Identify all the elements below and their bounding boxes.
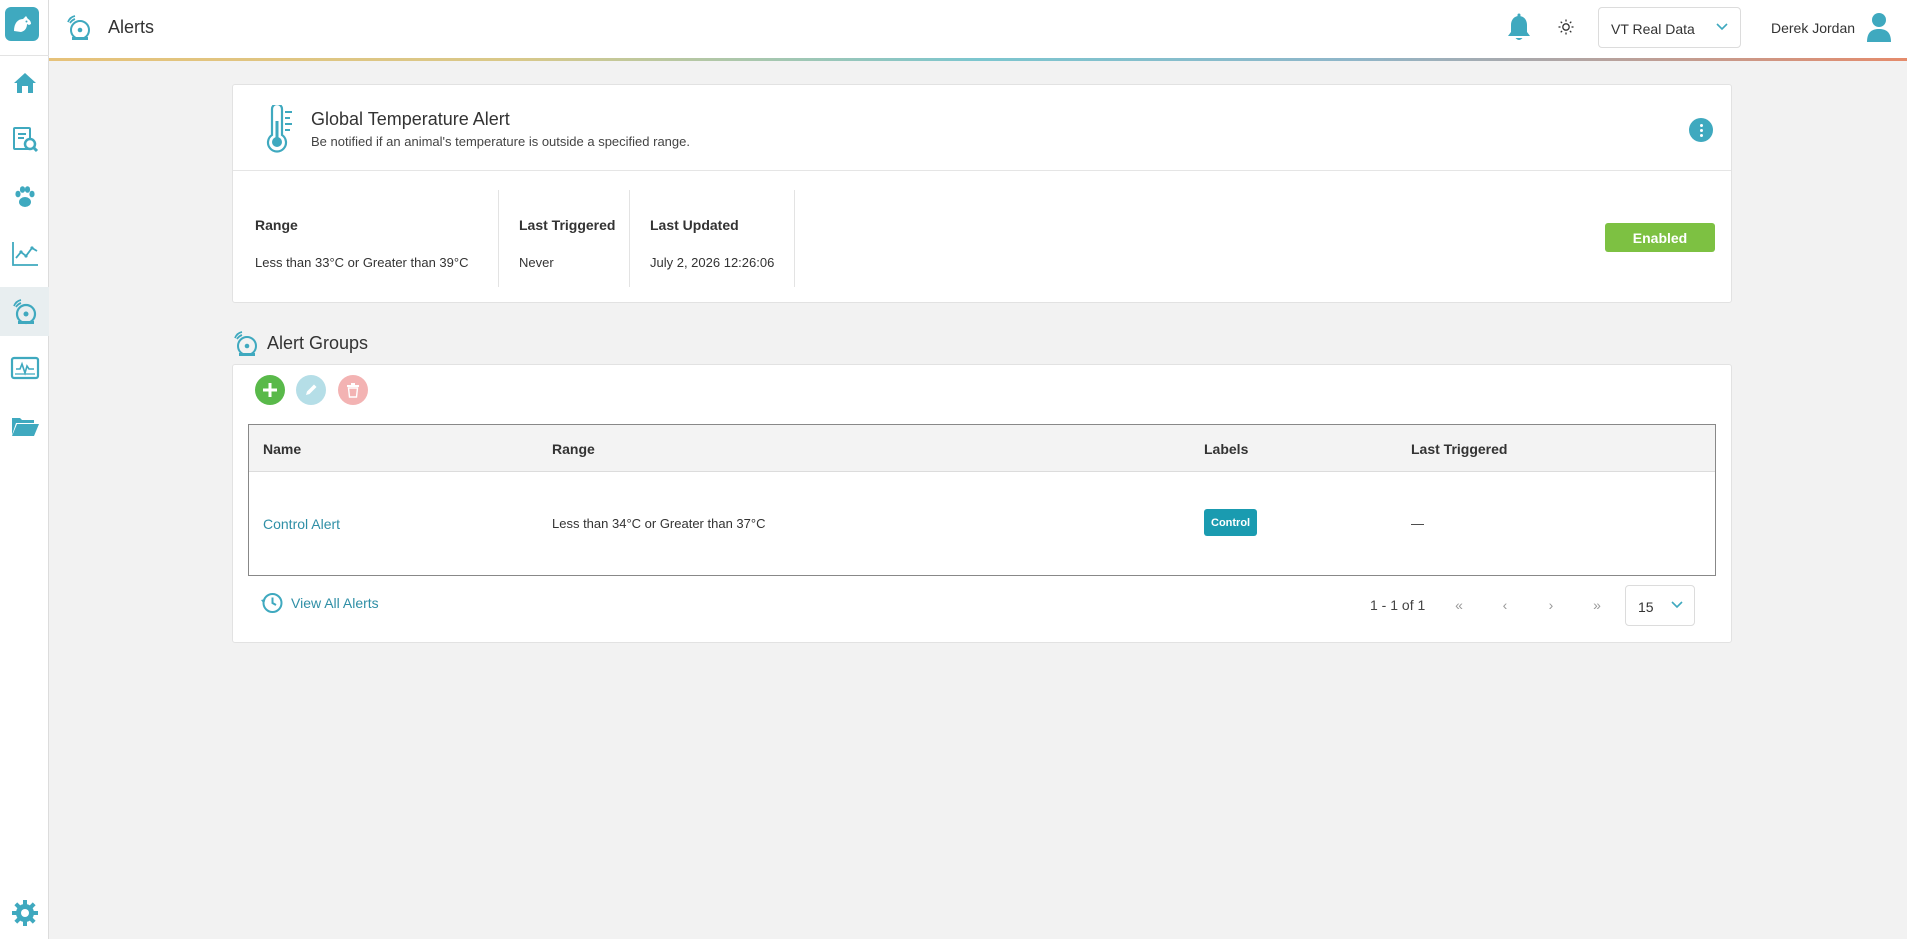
sidebar-item-settings[interactable] [0,888,49,937]
trash-icon [347,383,359,398]
user-avatar-icon[interactable] [1865,11,1893,48]
sidebar-item-reports[interactable] [0,115,49,164]
dog-logo-icon [14,16,31,32]
report-search-icon [12,126,38,152]
column-header-last-triggered[interactable]: Last Triggered [1411,441,1507,457]
next-page-button[interactable]: › [1541,595,1561,615]
folder-icon [11,417,39,436]
column-header-labels[interactable]: Labels [1204,441,1248,457]
sidebar-item-animals[interactable] [0,172,49,221]
alert-groups-title: Alert Groups [267,333,369,353]
group-name-link[interactable]: Control Alert [263,516,340,532]
sidebar-item-home[interactable] [0,58,49,107]
enabled-status-button[interactable]: Enabled [1605,223,1715,252]
stat-last-updated-label: Last Updated [650,217,739,233]
alert-detail-header: Global Temperature Alert Be notified if … [233,85,1731,171]
stat-last-triggered: Last Triggered Never [499,190,630,287]
last-page-button[interactable]: » [1587,595,1607,615]
group-label-badge: Control [1204,509,1258,536]
alarm-icon [64,13,94,48]
gear-icon [11,899,38,926]
header-gradient-bar [49,58,1907,61]
view-all-alerts-label: View All Alerts [291,595,379,611]
sidebar-item-alerts[interactable] [0,287,49,336]
sidebar-divider [0,55,49,56]
alert-groups-table: Name Range Labels Last Triggered Control… [248,424,1716,576]
alarm-icon [231,329,261,364]
edit-group-button[interactable] [296,375,326,405]
chevron-down-icon [1671,601,1683,609]
stat-last-updated: Last Updated July 2, 2026 12:26:06 [630,190,795,287]
more-options-icon[interactable] [1689,118,1713,142]
pencil-icon [306,384,317,395]
rows-per-page-select[interactable]: 15 [1625,585,1695,626]
stat-range-value: Less than 33°C or Greater than 39°C [255,255,469,270]
group-range: Less than 34°C or Greater than 37°C [552,516,766,531]
chevron-down-icon [1716,23,1728,31]
sidebar-item-analytics[interactable] [0,229,49,278]
view-all-alerts-link[interactable]: View All Alerts [260,591,379,615]
notifications-bell-icon[interactable] [1506,13,1532,48]
sidebar-item-monitor[interactable] [0,344,49,393]
theme-toggle-sun-icon[interactable] [1558,19,1574,40]
thermometer-icon [263,102,295,158]
previous-page-button[interactable]: ‹ [1495,595,1515,615]
history-icon [261,593,283,613]
stat-last-triggered-value: Never [519,255,554,270]
monitor-icon [10,356,39,379]
alert-groups-card: Name Range Labels Last Triggered Control… [232,364,1732,643]
stat-last-triggered-label: Last Triggered [519,217,616,233]
stat-range-label: Range [255,217,298,233]
alarm-icon [12,298,36,324]
app-logo[interactable] [5,7,39,41]
table-header: Name Range Labels Last Triggered [249,425,1715,472]
chart-icon [11,241,38,266]
home-icon [13,72,36,93]
user-name[interactable]: Derek Jordan [1771,20,1855,36]
paw-icon [14,185,35,207]
column-header-name[interactable]: Name [263,441,301,457]
dataset-select[interactable]: VT Real Data [1598,7,1741,48]
add-group-button[interactable] [255,375,285,405]
rows-per-page-value: 15 [1638,599,1654,615]
first-page-button[interactable]: « [1449,595,1469,615]
alert-title: Global Temperature Alert [311,109,510,129]
group-last-triggered: — [1411,516,1424,531]
sidebar [0,0,49,939]
delete-group-button[interactable] [338,375,368,405]
stat-range: Range Less than 33°C or Greater than 39°… [233,190,499,287]
pagination-info: 1 - 1 of 1 [1370,597,1426,613]
table-row[interactable]: Control Alert Less than 34°C or Greater … [249,472,1715,576]
dataset-select-value: VT Real Data [1611,21,1695,37]
page-title: Alerts [108,17,155,37]
sidebar-item-files[interactable] [0,401,49,450]
stat-last-updated-value: July 2, 2026 12:26:06 [650,255,775,270]
alert-detail-card: Global Temperature Alert Be notified if … [232,84,1732,303]
column-header-range[interactable]: Range [552,441,595,457]
alert-description: Be notified if an animal's temperature i… [311,134,690,149]
plus-icon [263,383,277,397]
